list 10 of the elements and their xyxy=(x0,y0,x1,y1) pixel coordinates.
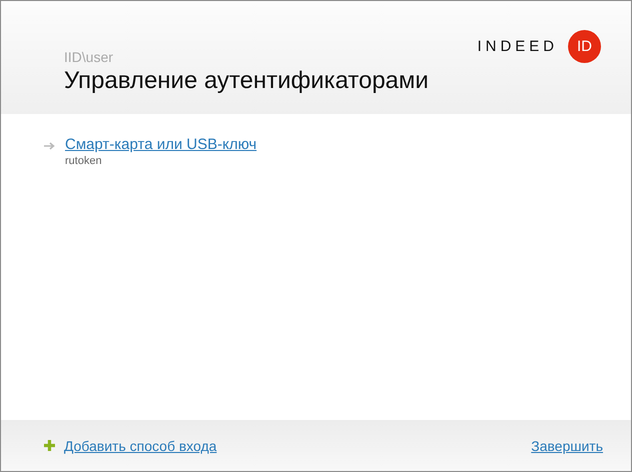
finish-link[interactable]: Завершить xyxy=(531,438,603,454)
user-name: IID\user xyxy=(64,49,114,65)
logo-wordmark: INDEED xyxy=(477,38,558,54)
authenticator-link[interactable]: Смарт-карта или USB-ключ xyxy=(65,136,257,153)
authenticator-detail: rutoken xyxy=(65,155,103,167)
add-method-link[interactable]: Добавить способ входа xyxy=(64,438,217,454)
arrow-icon xyxy=(44,142,55,150)
page-title: Управление аутентификаторами xyxy=(64,67,429,95)
logo-badge: ID xyxy=(568,30,601,62)
plus-icon xyxy=(44,440,55,451)
